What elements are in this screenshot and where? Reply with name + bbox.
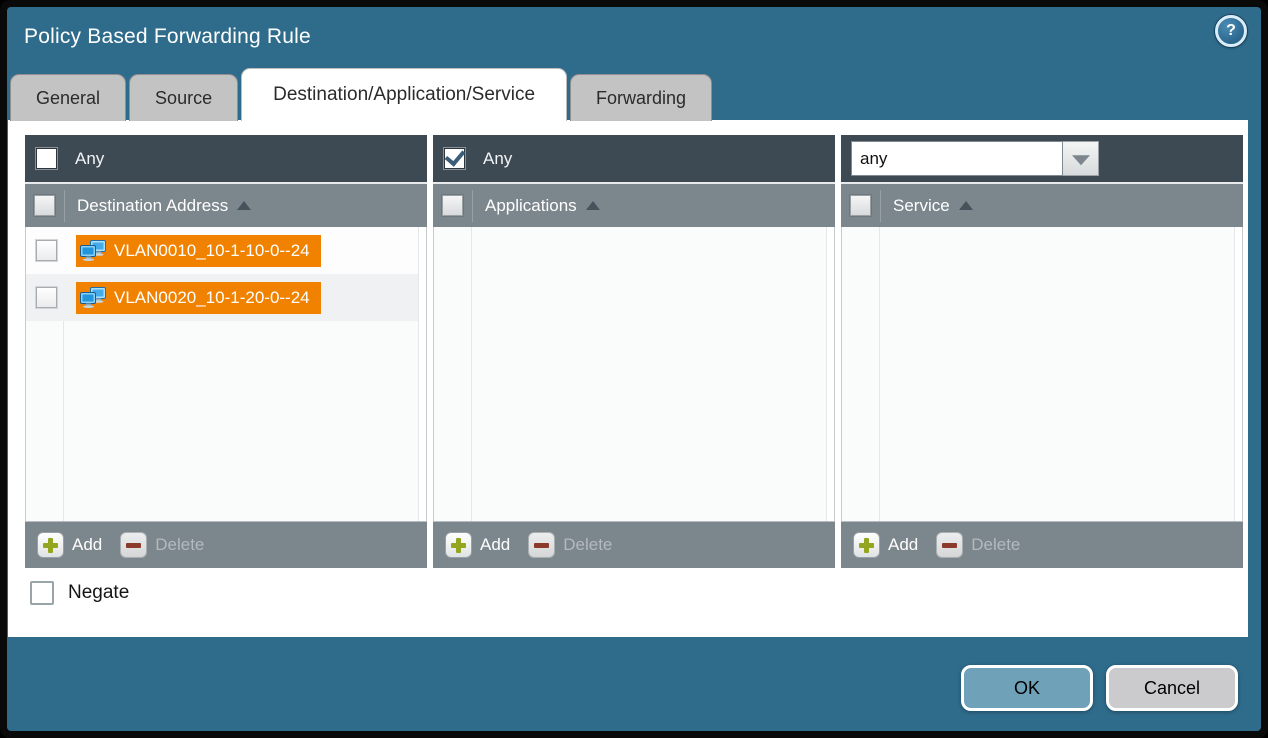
address-object-label: VLAN0020_10-1-20-0--24	[114, 288, 310, 308]
service-footer: Add Delete	[841, 521, 1243, 568]
scrollbar-gutter[interactable]	[1234, 227, 1242, 521]
checkmark-icon	[445, 145, 466, 167]
applications-column-header: Applications	[433, 182, 835, 227]
applications-any-checkbox[interactable]	[443, 147, 466, 170]
column-divider	[879, 227, 880, 521]
network-hosts-icon	[80, 240, 107, 261]
service-delete-button[interactable]: Delete	[971, 535, 1020, 555]
cancel-button[interactable]: Cancel	[1106, 665, 1238, 711]
dialog-title: Policy Based Forwarding Rule	[24, 25, 311, 49]
dropdown-arrow-button[interactable]	[1063, 141, 1099, 176]
address-object-chip[interactable]: VLAN0010_10-1-10-0--24	[76, 235, 321, 267]
service-sort-header[interactable]: Service	[893, 196, 973, 216]
destination-delete-button[interactable]: Delete	[155, 535, 204, 555]
applications-select-all-checkbox[interactable]	[442, 195, 463, 216]
applications-any-bar: Any	[433, 135, 835, 182]
ok-button[interactable]: OK	[961, 665, 1093, 711]
destination-any-bar: Any	[25, 135, 427, 182]
service-list	[841, 227, 1243, 521]
add-icon[interactable]	[37, 532, 64, 558]
address-object-chip[interactable]: VLAN0020_10-1-20-0--24	[76, 282, 321, 314]
applications-add-button[interactable]: Add	[480, 535, 510, 555]
service-select-all-checkbox[interactable]	[850, 195, 871, 216]
add-icon[interactable]	[445, 532, 472, 558]
applications-column-label: Applications	[485, 196, 577, 216]
network-hosts-icon	[80, 287, 107, 308]
destination-any-label: Any	[75, 149, 104, 169]
sort-ascending-icon	[586, 201, 600, 210]
service-dropdown-bar: any	[841, 135, 1243, 182]
negate-option[interactable]: Negate	[30, 581, 129, 605]
service-type-value[interactable]: any	[851, 141, 1063, 176]
tab-bar: General Source Destination/Application/S…	[10, 68, 715, 121]
row-checkbox[interactable]	[36, 240, 57, 261]
selection-panels: Any Destination Address	[25, 135, 1243, 568]
delete-icon[interactable]	[528, 532, 555, 558]
destination-list: VLAN0010_10-1-10-0--24	[25, 227, 427, 521]
service-type-dropdown: any	[851, 141, 1099, 176]
column-separator	[880, 190, 881, 222]
add-icon[interactable]	[853, 532, 880, 558]
delete-icon[interactable]	[936, 532, 963, 558]
applications-any-label: Any	[483, 149, 512, 169]
dialog-action-buttons: OK Cancel	[961, 665, 1238, 711]
service-add-button[interactable]: Add	[888, 535, 918, 555]
column-separator	[64, 190, 65, 222]
destination-footer: Add Delete	[25, 521, 427, 568]
column-divider	[471, 227, 472, 521]
column-separator	[472, 190, 473, 222]
sort-ascending-icon	[237, 201, 251, 210]
destination-row-vlan0020[interactable]: VLAN0020_10-1-20-0--24	[26, 274, 426, 321]
destination-address-panel: Any Destination Address	[25, 135, 427, 568]
destination-row-vlan0010[interactable]: VLAN0010_10-1-10-0--24	[26, 227, 426, 274]
scrollbar-gutter[interactable]	[418, 227, 426, 521]
tab-forwarding[interactable]: Forwarding	[570, 74, 712, 121]
row-checkbox[interactable]	[36, 287, 57, 308]
tab-general[interactable]: General	[10, 74, 126, 121]
destination-add-button[interactable]: Add	[72, 535, 102, 555]
scrollbar-gutter[interactable]	[826, 227, 834, 521]
address-object-label: VLAN0010_10-1-10-0--24	[114, 241, 310, 261]
destination-any-checkbox[interactable]	[35, 147, 58, 170]
tab-destination-application-service[interactable]: Destination/Application/Service	[241, 68, 567, 121]
applications-panel: Any Applications	[433, 135, 835, 568]
destination-column-label: Destination Address	[77, 196, 228, 216]
negate-label: Negate	[68, 582, 129, 604]
help-icon[interactable]: ?	[1215, 15, 1247, 47]
tab-content: Any Destination Address	[8, 120, 1248, 637]
negate-checkbox[interactable]	[30, 581, 54, 605]
delete-icon[interactable]	[120, 532, 147, 558]
sort-ascending-icon	[959, 201, 973, 210]
destination-column-header: Destination Address	[25, 182, 427, 227]
service-column-header: Service	[841, 182, 1243, 227]
tab-source[interactable]: Source	[129, 74, 238, 121]
applications-sort-header[interactable]: Applications	[485, 196, 600, 216]
service-column-label: Service	[893, 196, 950, 216]
policy-based-forwarding-dialog: Policy Based Forwarding Rule ? General S…	[0, 0, 1268, 738]
applications-footer: Add Delete	[433, 521, 835, 568]
destination-address-sort-header[interactable]: Destination Address	[77, 196, 251, 216]
destination-select-all-checkbox[interactable]	[34, 195, 55, 216]
applications-list	[433, 227, 835, 521]
dialog-surface: Policy Based Forwarding Rule ? General S…	[7, 7, 1261, 731]
service-panel: any Service	[841, 135, 1243, 568]
applications-delete-button[interactable]: Delete	[563, 535, 612, 555]
